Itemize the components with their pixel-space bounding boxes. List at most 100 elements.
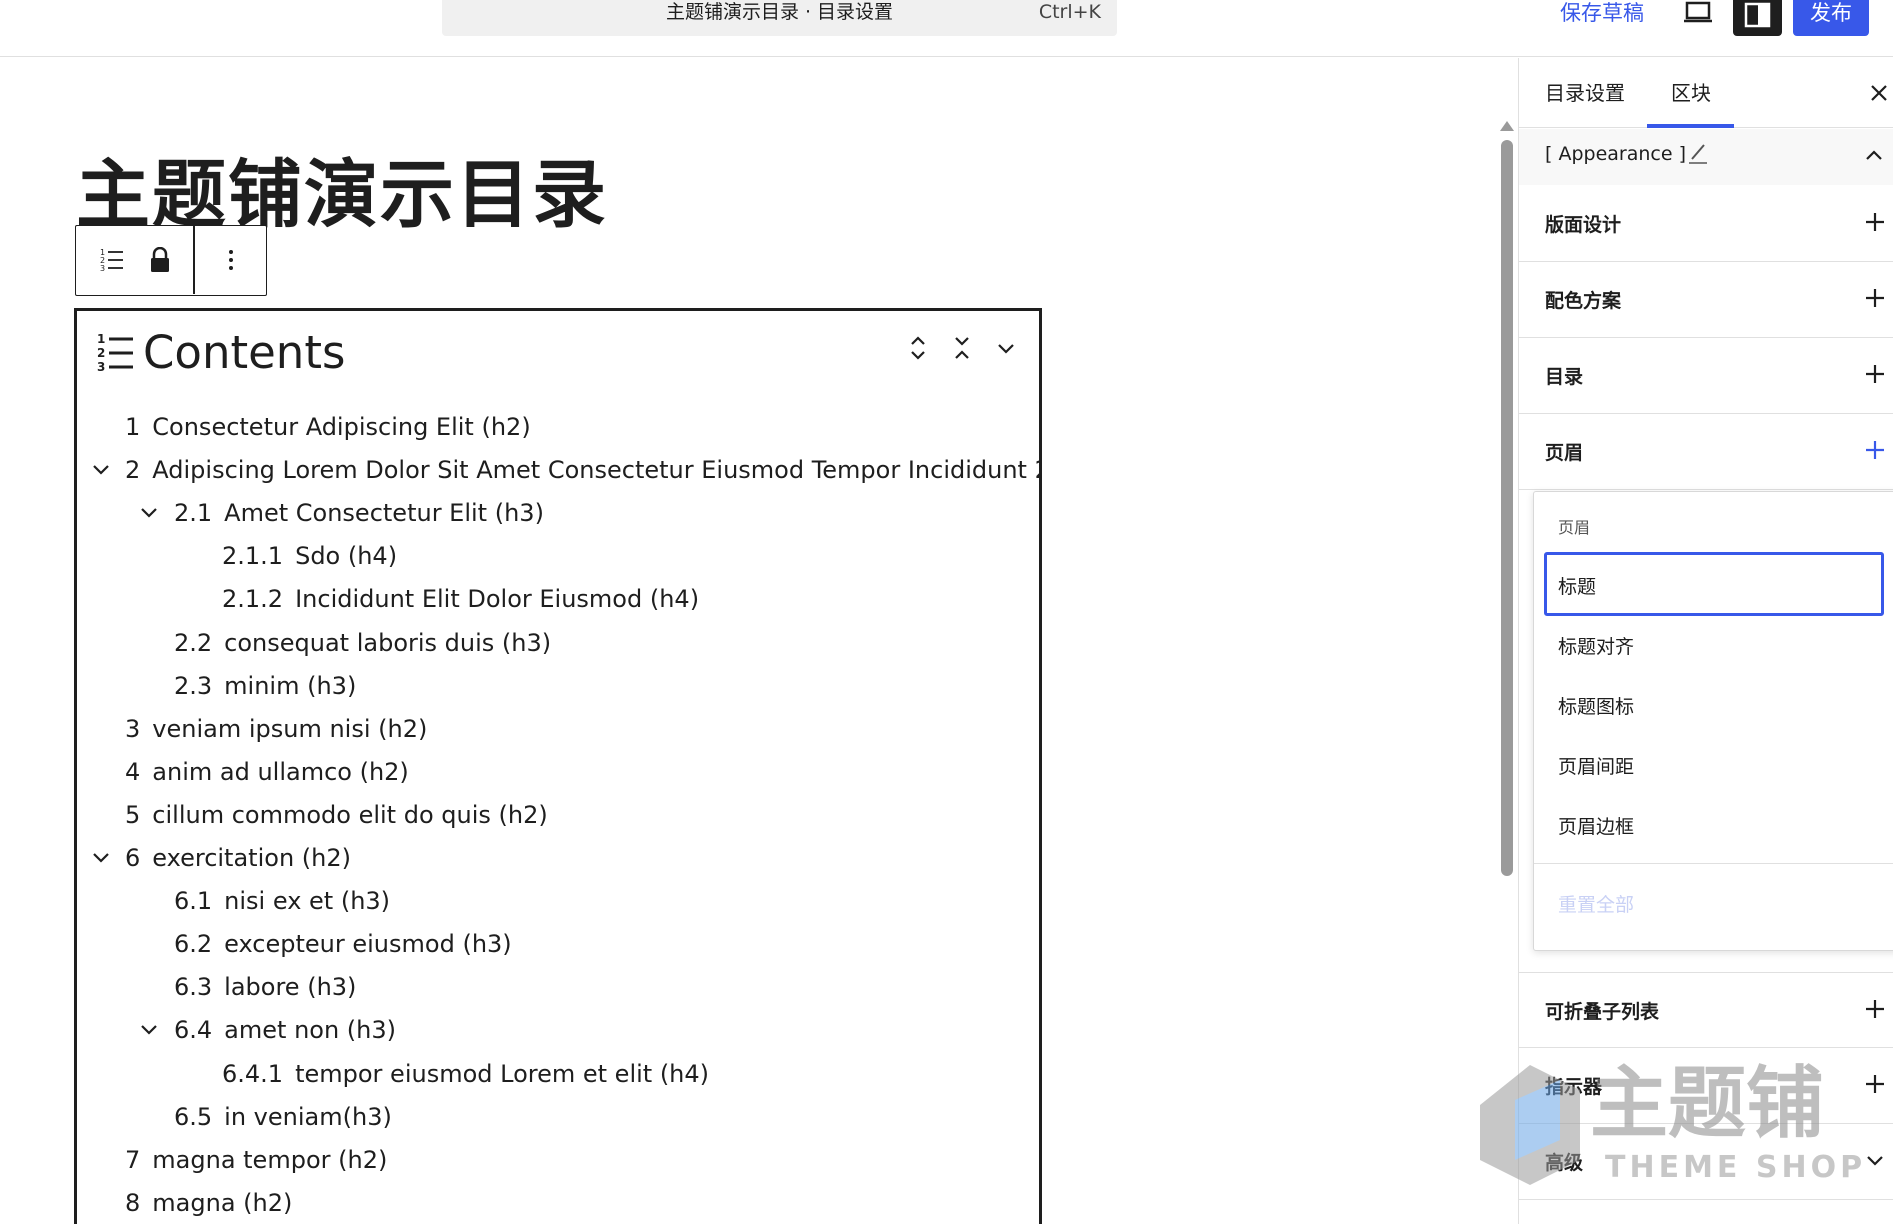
chevron-down-icon <box>998 344 1014 354</box>
toc-header: 1 2 3 Contents <box>97 323 345 383</box>
toc-item[interactable]: 2.1.1 Sdo (h4) <box>222 536 397 576</box>
appearance-header[interactable]: [ Appearance ] <box>1519 129 1893 185</box>
toc-toggle-button[interactable] <box>993 331 1019 365</box>
panel-layout-design[interactable]: 版面设计 <box>1519 186 1893 262</box>
toc-item[interactable]: 6.2 excepteur eiusmod (h3) <box>174 924 512 964</box>
panel-header[interactable]: 页眉 <box>1519 414 1893 490</box>
toc-item-text: magna tempor (h2) <box>152 1145 388 1174</box>
toc-item-text: anim ad ullamco (h2) <box>152 757 409 786</box>
toc-item-text: magna (h2) <box>152 1188 293 1217</box>
document-title[interactable]: 主题铺演示目录 · 目录设置 <box>442 0 1117 24</box>
svg-text:3: 3 <box>100 264 105 273</box>
toc-item-text: Incididunt Elit Dolor Eiusmod (h4) <box>295 585 700 614</box>
preview-button[interactable] <box>1680 0 1716 26</box>
toc-item-toggle[interactable] <box>89 450 113 490</box>
collapse-all-button[interactable] <box>949 331 975 365</box>
toc-item-toggle[interactable] <box>137 1010 161 1050</box>
toc-item[interactable]: 6.3 labore (h3) <box>174 967 356 1007</box>
plus-icon <box>1866 213 1884 231</box>
toc-item[interactable]: 7 magna tempor (h2) <box>125 1140 387 1180</box>
block-type-button[interactable]: 1 2 3 <box>94 226 130 294</box>
toc-title[interactable]: Contents <box>143 323 345 383</box>
close-sidebar-button[interactable] <box>1869 83 1889 103</box>
dropdown-heading: 页眉 <box>1558 518 1591 537</box>
table-of-contents-block[interactable]: 1 2 3 Contents 1 Consectetur Adipiscing … <box>74 308 1042 1224</box>
toc-item-number: 2.2 <box>174 628 213 657</box>
block-toolbar: 1 2 3 <box>75 225 267 296</box>
toc-actions <box>905 331 1019 365</box>
dropdown-item-title-align[interactable]: 标题对齐 <box>1558 632 1893 659</box>
toc-item[interactable]: 2.1 Amet Consectetur Elit (h3) <box>174 493 544 533</box>
scroll-up-arrow[interactable] <box>1500 121 1514 131</box>
plus-icon <box>1866 441 1884 459</box>
toc-item-number: 6.4.1 <box>222 1059 284 1088</box>
expand-panel-button[interactable] <box>1863 210 1887 234</box>
toc-item[interactable]: 1 Consectetur Adipiscing Elit (h2) <box>125 407 531 447</box>
dropdown-item-header-spacing[interactable]: 页眉间距 <box>1558 752 1893 779</box>
settings-toggle-button[interactable] <box>1733 0 1782 36</box>
panel-label: 版面设计 <box>1545 214 1622 236</box>
toolbar-separator <box>193 226 195 294</box>
sidebar-tabs: 目录设置 区块 <box>1519 58 1893 128</box>
toc-item[interactable]: 2.3 minim (h3) <box>174 666 356 706</box>
panel-collapsible-sublist[interactable]: 可折叠子列表 <box>1519 972 1893 1048</box>
publish-button[interactable]: 发布 <box>1793 0 1869 36</box>
watermark-logo: 主题铺 THEME SHOP <box>1460 1045 1880 1195</box>
toc-item[interactable]: 8 magna (h2) <box>125 1183 292 1223</box>
toc-item-toggle[interactable] <box>89 838 113 878</box>
tab-block[interactable]: 区块 <box>1671 58 1711 128</box>
shortcut-hint: Ctrl+K <box>1038 1 1101 23</box>
watermark-brand: 主题铺 <box>1590 1059 1824 1149</box>
plus-icon <box>1866 365 1884 383</box>
toc-item-number: 4 <box>125 757 141 786</box>
toc-item[interactable]: 2.2 consequat laboris duis (h3) <box>174 623 551 663</box>
toc-item[interactable]: 6.5 in veniam(h3) <box>174 1097 392 1137</box>
toc-item[interactable]: 6.4.1 tempor eiusmod Lorem et elit (h4) <box>222 1054 709 1094</box>
toc-item[interactable]: 4 anim ad ullamco (h2) <box>125 752 409 792</box>
toc-item-number: 2 <box>125 456 141 485</box>
toc-item[interactable]: 3 veniam ipsum nisi (h2) <box>125 709 427 749</box>
dropdown-item-title-icon[interactable]: 标题图标 <box>1558 692 1893 719</box>
laptop-icon <box>1684 1 1712 23</box>
expand-panel-button[interactable] <box>1863 997 1887 1021</box>
tab-toc-settings[interactable]: 目录设置 <box>1545 58 1625 128</box>
toc-item-text: in veniam(h3) <box>224 1102 392 1131</box>
toc-item-number: 2.1.1 <box>222 542 284 571</box>
panel-color-scheme[interactable]: 配色方案 <box>1519 262 1893 338</box>
expand-panel-button[interactable] <box>1863 286 1887 310</box>
active-tab-indicator <box>1647 124 1734 128</box>
toc-item-number: 2.1 <box>174 499 213 528</box>
panel-toc[interactable]: 目录 <box>1519 338 1893 414</box>
command-palette-bar[interactable]: 主题铺演示目录 · 目录设置 Ctrl+K <box>442 0 1117 36</box>
plus-icon <box>1866 289 1884 307</box>
toc-item[interactable]: 2 Adipiscing Lorem Dolor Sit Amet Consect… <box>125 450 1039 490</box>
expand-all-button[interactable] <box>905 331 931 365</box>
dropdown-item-header-border[interactable]: 页眉边框 <box>1558 812 1893 839</box>
lock-button[interactable] <box>142 226 178 294</box>
toc-item-number: 3 <box>125 714 141 743</box>
chevron-down-icon <box>93 465 109 475</box>
save-draft-button[interactable]: 保存草稿 <box>1560 0 1644 26</box>
toc-item[interactable]: 5 cillum commodo elit do quis (h2) <box>125 795 548 835</box>
toc-item-toggle[interactable] <box>137 493 161 533</box>
toc-item-number: 6.2 <box>174 930 213 959</box>
toc-item[interactable]: 2.1.2 Incididunt Elit Dolor Eiusmod (h4) <box>222 579 699 619</box>
reset-all-button[interactable]: 重置全部 <box>1558 890 1634 917</box>
expand-panel-button[interactable] <box>1863 362 1887 386</box>
toc-item-number: 6.1 <box>174 887 213 916</box>
panel-label: 配色方案 <box>1545 290 1622 312</box>
toc-item[interactable]: 6.4 amet non (h3) <box>174 1010 396 1050</box>
scrollbar-thumb[interactable] <box>1501 140 1513 876</box>
toc-item[interactable]: 6.1 nisi ex et (h3) <box>174 881 390 921</box>
toc-item[interactable]: 6 exercitation (h2) <box>125 838 351 878</box>
dropdown-item-title[interactable]: 标题 <box>1558 572 1893 599</box>
expand-panel-button[interactable] <box>1863 438 1887 462</box>
collapse-appearance-button[interactable] <box>1864 147 1884 166</box>
pencil-icon <box>1689 144 1707 164</box>
toc-item-text: excepteur eiusmod (h3) <box>224 930 512 959</box>
edit-style-button[interactable] <box>1687 141 1709 169</box>
toc-item-number: 2.1.2 <box>222 585 284 614</box>
appearance-label: [ Appearance ] <box>1545 143 1686 165</box>
more-options-button[interactable] <box>206 226 256 294</box>
svg-text:1: 1 <box>97 332 105 346</box>
